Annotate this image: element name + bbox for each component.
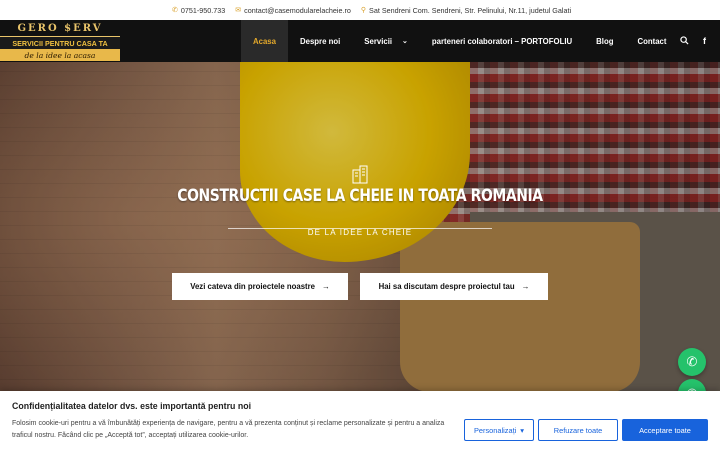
chevron-down-icon: ⌄ (402, 38, 408, 45)
hero-subtitle-wrap: DE LA IDEE LA CHEIE (0, 222, 720, 240)
envelope-icon: ✉ (235, 7, 242, 14)
email-text[interactable]: contact@casemodularelacheie.ro (244, 6, 351, 15)
nav-item-label: Contact (637, 36, 667, 46)
accept-label: Acceptare toate (639, 425, 691, 435)
hero-subtitle: DE LA IDEE LA CHEIE (307, 228, 413, 237)
top-info-bar: ✆ 0751-950.733 ✉ contact@casemodularelac… (0, 0, 720, 20)
site-logo[interactable]: GERO $ERV SERVICII PENTRU CASA TA de la … (0, 20, 120, 62)
nav-item-blog[interactable]: Blog (584, 20, 625, 62)
reject-label: Refuzare toate (553, 425, 603, 435)
logo-slogan: de la idee la acasa (0, 49, 120, 61)
nav-item-label: Despre noi (299, 36, 341, 46)
search-icon[interactable] (680, 35, 689, 47)
nav-item-label: Acasa (253, 36, 276, 46)
phone-icon: ✆ (172, 7, 178, 14)
logo-tagline: SERVICII PENTRU CASA TA (0, 36, 120, 49)
customize-button[interactable]: Personalizați ▾ (464, 419, 534, 441)
nav-item-portofoliu[interactable]: parteneri colaboratori – PORTOFOLIU (420, 20, 584, 62)
nav-item-label: Blog (596, 36, 614, 46)
projects-button-label: Vezi cateva din proiectele noastre (190, 282, 315, 291)
discuss-button-label: Hai sa discutam despre proiectul tau (378, 282, 515, 291)
cookie-title: Confidențialitatea datelor dvs. este imp… (12, 401, 252, 411)
nav-item-label: parteneri colaboratori – PORTOFOLIU (431, 36, 573, 46)
arrow-right-icon: → (322, 282, 330, 291)
logo-brand: GERO $ERV (17, 22, 103, 34)
projects-button[interactable]: Vezi cateva din proiectele noastre → (172, 273, 348, 300)
nav-item-label: Servicii (364, 36, 393, 46)
arrow-right-icon: → (521, 282, 530, 291)
nav-item-despre-noi[interactable]: Despre noi (288, 20, 352, 62)
discuss-project-button[interactable]: Hai sa discutam despre proiectul tau → (360, 273, 548, 300)
call-button[interactable]: ✆ (678, 348, 706, 376)
nav-item-contact[interactable]: Contact (625, 20, 678, 62)
cookie-consent-banner: Confidențialitatea datelor dvs. este imp… (0, 391, 720, 450)
customize-label: Personalizați (473, 425, 517, 435)
phone-text[interactable]: 0751-950.733 (181, 6, 225, 15)
reject-all-button[interactable]: Refuzare toate (538, 419, 618, 441)
building-icon (350, 164, 370, 184)
header-icons: f (680, 20, 706, 62)
nav-item-acasa[interactable]: Acasa (241, 20, 288, 62)
facebook-icon[interactable]: f (703, 36, 706, 46)
nav-item-servicii[interactable]: Servicii ⌄ (352, 20, 420, 62)
address-info: ⚲ Sat Sendreni Com. Sendreni, Str. Pelin… (361, 6, 571, 15)
caret-down-icon: ▾ (520, 425, 525, 435)
email-info[interactable]: ✉ contact@casemodularelacheie.ro (235, 6, 351, 15)
map-pin-icon: ⚲ (360, 7, 367, 14)
accept-all-button[interactable]: Acceptare toate (622, 419, 708, 441)
hero-title: CONSTRUCTII CASE LA CHEIE IN TOATA ROMAN… (177, 186, 543, 206)
address-text: Sat Sendreni Com. Sendreni, Str. Pelinul… (369, 5, 572, 15)
phone-info[interactable]: ✆ 0751-950.733 (172, 6, 225, 15)
phone-icon: ✆ (686, 354, 698, 369)
main-nav: Acasa Despre noi Servicii ⌄ parteneri col… (241, 20, 679, 62)
cookie-text: Folosim cookie-uri pentru a vă îmbunătăț… (12, 420, 445, 439)
